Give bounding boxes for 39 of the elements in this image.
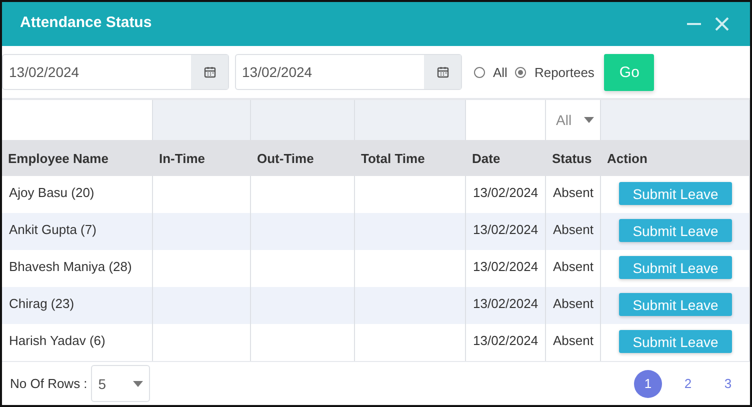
column-header: Action xyxy=(601,140,750,176)
submit-leave-button[interactable]: Submit Leave xyxy=(619,182,732,205)
table-cell: Ankit Gupta (7) xyxy=(2,213,153,250)
submit-leave-button[interactable]: Submit Leave xyxy=(619,256,732,279)
page-button[interactable]: 3 xyxy=(714,370,742,398)
column-header: Out-Time xyxy=(251,140,355,176)
submit-leave-button[interactable]: Submit Leave xyxy=(619,219,732,242)
table-cell: Chirag (23) xyxy=(2,287,153,324)
column-header: Employee Name xyxy=(2,140,153,176)
table-cell: Absent xyxy=(546,324,601,361)
table-cell: Absent xyxy=(546,213,601,250)
radio-label[interactable]: All xyxy=(493,64,508,80)
window-title: Attendance Status xyxy=(20,14,152,30)
caret-icon xyxy=(584,117,594,123)
column-header: Status xyxy=(546,140,601,176)
radio-button[interactable] xyxy=(515,66,526,78)
radio-button[interactable] xyxy=(474,66,485,78)
date-field[interactable]: 13/02/2024 xyxy=(2,54,229,90)
go-button[interactable]: Go xyxy=(604,54,654,90)
column-header: Total Time xyxy=(355,140,466,176)
caret-icon xyxy=(133,380,144,386)
table-cell: 13/02/2024 xyxy=(466,324,546,361)
table-cell: 13/02/2024 xyxy=(466,287,546,324)
page-button[interactable]: 2 xyxy=(674,370,702,398)
calendar-icon[interactable] xyxy=(204,66,216,78)
rows-label: No Of Rows : xyxy=(10,376,88,391)
table-cell: Harish Yadav (6) xyxy=(2,324,153,361)
table-cell: Absent xyxy=(546,287,601,324)
submit-leave-button[interactable]: Submit Leave xyxy=(619,293,732,316)
radio-label[interactable]: Reportees xyxy=(534,64,594,80)
page-button[interactable]: 1 xyxy=(634,370,662,398)
date-field[interactable]: 13/02/2024 xyxy=(235,54,462,90)
close-icon[interactable] xyxy=(714,16,730,32)
column-header: Date xyxy=(466,140,546,176)
calendar-icon[interactable] xyxy=(436,66,448,78)
submit-leave-button[interactable]: Submit Leave xyxy=(619,330,732,353)
table-cell: 13/02/2024 xyxy=(466,213,546,250)
rows-select[interactable]: 5 xyxy=(91,365,150,402)
column-header: In-Time xyxy=(153,140,251,176)
